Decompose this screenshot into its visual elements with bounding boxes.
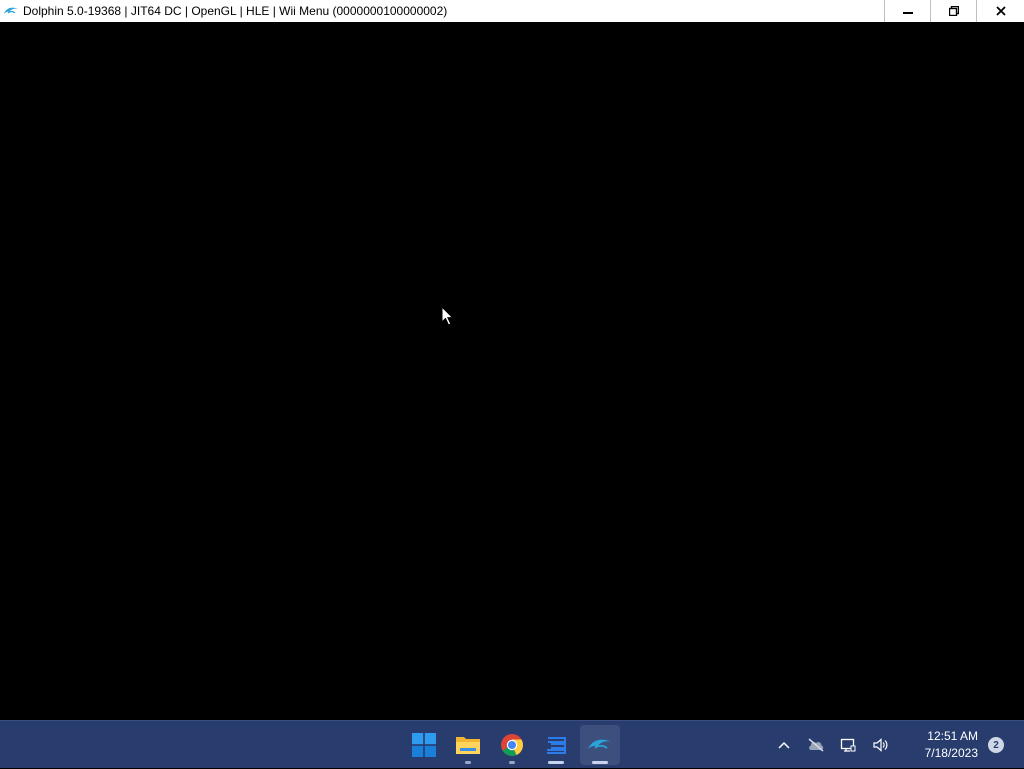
start-button[interactable] (402, 721, 446, 769)
taskbar: 12:51 AM 7/18/2023 2 (0, 720, 1024, 768)
windows-logo-icon (412, 733, 436, 757)
minimize-icon (902, 12, 913, 14)
close-icon (995, 6, 1006, 16)
emulation-render-area[interactable] (0, 22, 1024, 720)
clock-button[interactable]: 12:51 AM 7/18/2023 (896, 728, 978, 762)
chevron-up-icon (778, 741, 790, 749)
restore-button[interactable] (930, 0, 976, 22)
dolphin-icon (588, 739, 612, 749)
mouse-cursor-icon (441, 305, 455, 331)
taskbar-dolphin[interactable] (578, 721, 622, 769)
taskbar-apps (402, 721, 622, 769)
onedrive-button[interactable] (800, 721, 832, 769)
window-title: Dolphin 5.0-19368 | JIT64 DC | OpenGL | … (23, 4, 448, 18)
title-bar[interactable]: Dolphin 5.0-19368 | JIT64 DC | OpenGL | … (0, 0, 1024, 22)
restore-icon (948, 6, 959, 16)
system-tray: 12:51 AM 7/18/2023 2 (768, 721, 1024, 769)
minimize-button[interactable] (884, 0, 930, 22)
chrome-icon (501, 734, 523, 756)
clock-date: 7/18/2023 (924, 746, 978, 760)
notification-badge[interactable]: 2 (988, 737, 1004, 753)
app-icon (547, 737, 566, 754)
taskbar-app[interactable] (534, 721, 578, 769)
clock-time: 12:51 AM (927, 729, 978, 743)
running-indicator (548, 761, 564, 764)
close-button[interactable] (976, 0, 1024, 22)
running-indicator (509, 761, 515, 764)
folder-icon (456, 737, 480, 754)
volume-button[interactable] (864, 721, 896, 769)
active-indicator (592, 761, 608, 764)
running-indicator (465, 761, 471, 764)
cloud-offline-icon (808, 738, 824, 752)
network-button[interactable] (832, 721, 864, 769)
window-controls (884, 0, 1024, 22)
taskbar-chrome[interactable] (490, 721, 534, 769)
network-icon (840, 738, 856, 752)
taskbar-file-explorer[interactable] (446, 721, 490, 769)
dolphin-icon (3, 3, 19, 19)
show-hidden-icons-button[interactable] (768, 721, 800, 769)
volume-icon (873, 738, 888, 752)
